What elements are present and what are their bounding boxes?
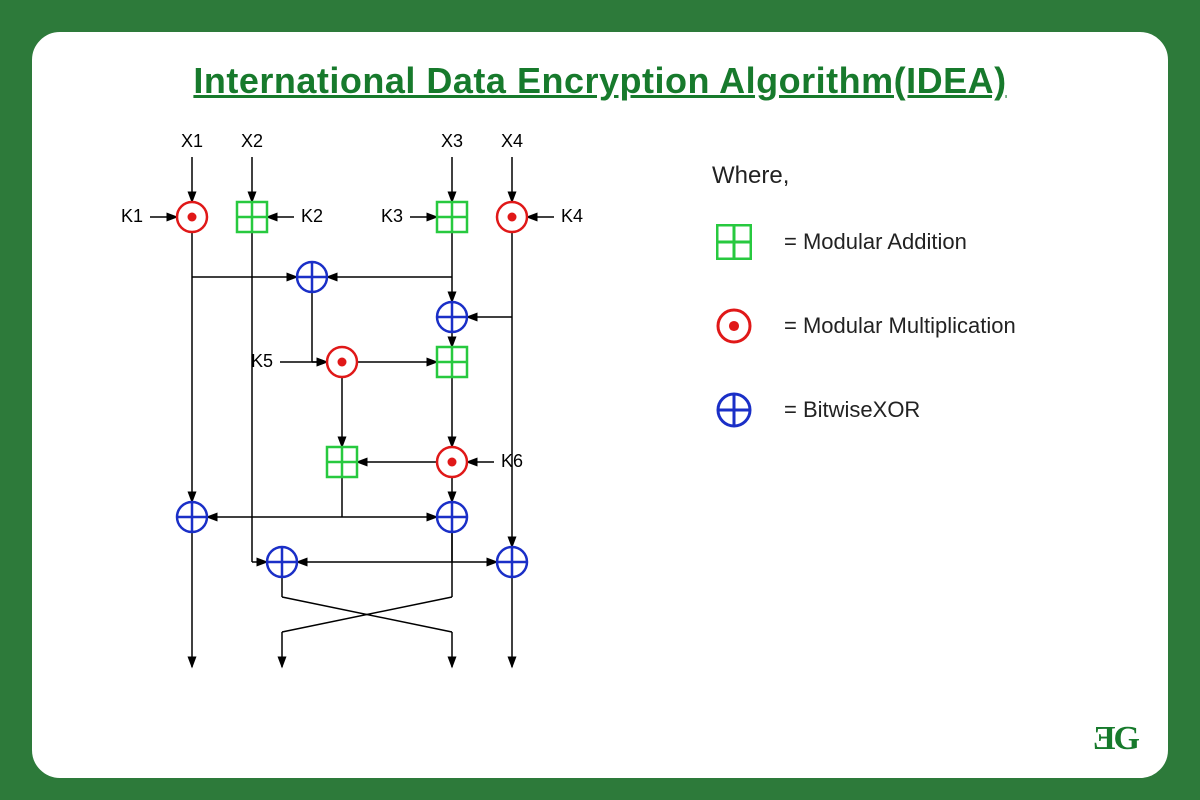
xor-icon	[267, 547, 297, 577]
legend-item-add: = Modular Addition	[712, 220, 1168, 264]
mul-icon	[437, 447, 467, 477]
mul-icon	[712, 304, 756, 348]
svg-text:X2: X2	[241, 131, 263, 151]
flow-diagram: X1X2X3X4K1K2K3K4K5K6	[92, 122, 652, 682]
legend-header: Where,	[712, 162, 1168, 190]
svg-text:K1: K1	[121, 206, 143, 226]
svg-text:X3: X3	[441, 131, 463, 151]
xor-icon	[437, 302, 467, 332]
add-icon	[237, 202, 267, 232]
svg-text:K2: K2	[301, 206, 323, 226]
mul-icon	[177, 202, 207, 232]
mul-icon	[497, 202, 527, 232]
svg-text:K5: K5	[251, 351, 273, 371]
xor-icon	[497, 547, 527, 577]
xor-icon	[297, 262, 327, 292]
xor-icon	[712, 388, 756, 432]
diagram-title: International Data Encryption Algorithm(…	[32, 60, 1168, 102]
add-icon	[437, 347, 467, 377]
legend-label: = Modular Addition	[784, 229, 967, 255]
legend-item-mul: = Modular Multiplication	[712, 304, 1168, 348]
svg-text:X4: X4	[501, 131, 523, 151]
svg-text:X1: X1	[181, 131, 203, 151]
content-area: X1X2X3X4K1K2K3K4K5K6 Where, = Modular Ad…	[32, 122, 1168, 682]
add-icon	[712, 220, 756, 264]
add-icon	[327, 447, 357, 477]
mul-icon	[327, 347, 357, 377]
brand-logo: ƎG	[1093, 720, 1138, 758]
diagram-card: International Data Encryption Algorithm(…	[30, 30, 1170, 780]
add-icon	[437, 202, 467, 232]
legend-label: = Modular Multiplication	[784, 313, 1016, 339]
xor-icon	[437, 502, 467, 532]
xor-icon	[177, 502, 207, 532]
legend: Where, = Modular Addition = Modular Mult…	[652, 122, 1168, 682]
legend-item-xor: = BitwiseXOR	[712, 388, 1168, 432]
svg-text:K3: K3	[381, 206, 403, 226]
legend-label: = BitwiseXOR	[784, 397, 920, 423]
svg-text:K4: K4	[561, 206, 583, 226]
